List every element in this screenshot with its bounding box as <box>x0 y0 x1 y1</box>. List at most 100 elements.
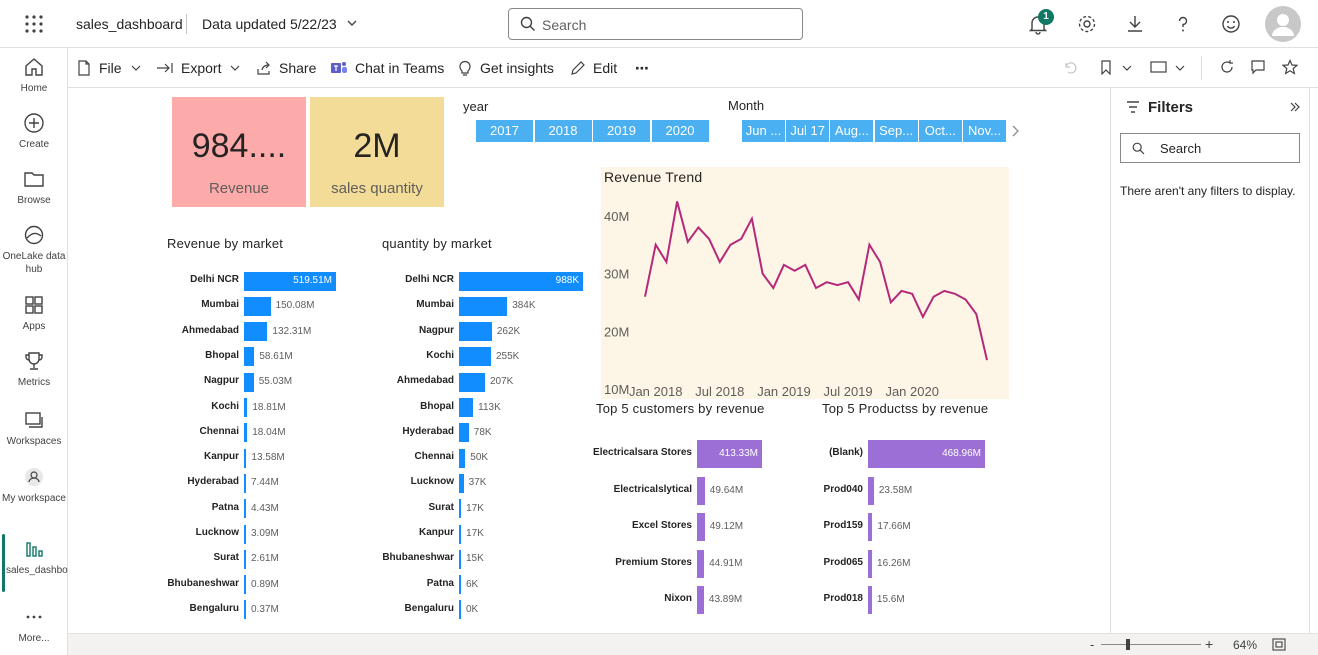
bar[interactable] <box>697 476 705 505</box>
file-menu[interactable]: File <box>76 58 148 78</box>
bar[interactable] <box>244 549 246 569</box>
year-slicer-button[interactable]: 2018 <box>534 120 592 142</box>
home-icon <box>25 58 43 76</box>
feedback-smiley-icon[interactable] <box>1219 12 1243 36</box>
bar[interactable] <box>459 372 485 392</box>
bar[interactable] <box>459 600 461 620</box>
bar[interactable] <box>459 448 466 468</box>
get-insights-button[interactable]: Get insights <box>457 58 554 78</box>
bar[interactable] <box>459 575 461 595</box>
bar[interactable] <box>459 499 462 519</box>
bar[interactable] <box>244 524 246 544</box>
refresh-icon[interactable] <box>1219 59 1235 75</box>
revenue-trend-visual[interactable]: Revenue Trend 40M 30M 20M 10M Jan 2018 Jul 20… <box>601 167 1009 399</box>
bar[interactable] <box>244 347 255 367</box>
month-slicer-button[interactable]: Jun ... <box>742 120 785 142</box>
bar[interactable] <box>697 549 705 578</box>
nav-apps[interactable]: Apps <box>0 294 68 333</box>
chevron-right-icon[interactable] <box>1010 125 1020 137</box>
bar[interactable] <box>244 473 246 493</box>
month-slicer-button[interactable]: Nov... <box>963 120 1006 142</box>
nav-workspaces[interactable]: Workspaces <box>0 409 68 448</box>
kpi-card-sales-quantity[interactable]: 2M sales quantity <box>310 97 444 207</box>
bar-data-label: 15K <box>466 553 484 565</box>
nav-create[interactable]: Create <box>0 112 68 151</box>
chat-in-teams-button[interactable]: Chat in Teams <box>330 58 444 78</box>
chevron-down-icon[interactable] <box>346 17 358 29</box>
view-icon[interactable] <box>1150 59 1168 75</box>
month-slicer-button[interactable]: Sep... <box>874 120 918 142</box>
help-icon[interactable] <box>1171 12 1195 36</box>
collapse-pane-icon[interactable] <box>1290 102 1300 112</box>
avatar[interactable] <box>1265 6 1301 42</box>
zoom-slider[interactable] <box>1101 644 1201 645</box>
teams-icon <box>331 62 347 73</box>
bar[interactable] <box>697 586 704 614</box>
bar[interactable] <box>244 423 248 443</box>
nav-sales-dashboard[interactable]: sales_dashboard <box>0 538 82 577</box>
bar[interactable] <box>244 575 246 595</box>
bar-category-label: Ahmedabad <box>181 324 239 336</box>
bar[interactable] <box>459 398 474 417</box>
zoom-slider-thumb[interactable] <box>1126 639 1130 650</box>
bar[interactable] <box>244 296 271 316</box>
nav-home[interactable]: Home <box>0 56 68 95</box>
nav-more[interactable]: More... <box>0 606 68 645</box>
filters-search-input[interactable]: Search <box>1120 133 1300 163</box>
month-slicer-button[interactable]: Jul 17 <box>786 120 830 142</box>
apps-icon <box>25 296 43 314</box>
chevron-down-icon[interactable] <box>1122 63 1132 73</box>
year-slicer-button[interactable]: 2020 <box>651 120 709 142</box>
bar[interactable] <box>459 347 491 367</box>
nav-metrics[interactable]: Metrics <box>0 350 68 389</box>
search-input[interactable]: Search <box>508 8 803 40</box>
share-button[interactable]: Share <box>256 58 316 78</box>
bar[interactable] <box>244 372 254 392</box>
bar[interactable] <box>868 476 874 505</box>
chevron-down-icon[interactable] <box>1175 63 1185 73</box>
bar[interactable] <box>697 513 705 541</box>
data-updated-dropdown[interactable]: Data updated 5/22/23 <box>202 16 337 32</box>
app-title[interactable]: sales_dashboard <box>76 16 183 32</box>
x-tick-label: Jan 2019 <box>757 384 811 399</box>
nav-browse[interactable]: Browse <box>0 168 68 207</box>
bar[interactable] <box>459 296 508 316</box>
bar[interactable] <box>459 322 492 342</box>
zoom-out-button[interactable]: - <box>1090 637 1094 652</box>
app-launcher-icon[interactable] <box>24 14 44 34</box>
bar[interactable] <box>244 322 268 342</box>
month-slicer-button[interactable]: Oct... <box>918 120 962 142</box>
nav-onelake[interactable]: OneLake data hub <box>0 224 68 276</box>
edit-button[interactable]: Edit <box>570 58 617 78</box>
notification-badge: 1 <box>1038 9 1054 25</box>
bar[interactable] <box>868 549 873 578</box>
bar[interactable] <box>459 524 462 544</box>
bar[interactable] <box>868 586 872 614</box>
nav-my-workspace[interactable]: My workspace <box>0 466 68 505</box>
star-icon[interactable] <box>1282 59 1298 75</box>
bar[interactable] <box>459 473 464 493</box>
bar[interactable] <box>459 423 469 443</box>
gear-icon[interactable] <box>1075 12 1099 36</box>
bar[interactable] <box>868 513 873 541</box>
bookmark-icon[interactable] <box>1098 59 1114 75</box>
year-slicer-button[interactable]: 2019 <box>593 120 650 142</box>
bar-category-label: Bengaluru <box>404 602 454 614</box>
bar[interactable] <box>244 398 248 417</box>
revenue-series-line[interactable] <box>644 201 988 361</box>
undo-icon[interactable] <box>1062 59 1078 75</box>
fit-to-page-icon[interactable] <box>1272 638 1286 651</box>
download-icon[interactable] <box>1123 12 1147 36</box>
year-slicer-button[interactable]: 2017 <box>476 120 533 142</box>
bar-category-label: Surat <box>213 552 239 564</box>
kpi-card-revenue[interactable]: 984.... Revenue <box>172 97 306 207</box>
bar[interactable] <box>244 448 247 468</box>
bar[interactable] <box>244 499 246 519</box>
more-options-button[interactable]: ⋯ <box>635 58 649 78</box>
export-menu[interactable]: Export <box>156 58 247 78</box>
comment-icon[interactable] <box>1250 59 1266 75</box>
bar[interactable] <box>459 549 461 569</box>
zoom-in-button[interactable]: + <box>1205 636 1213 652</box>
month-slicer-button[interactable]: Aug... <box>830 120 874 142</box>
bar[interactable] <box>244 600 246 620</box>
